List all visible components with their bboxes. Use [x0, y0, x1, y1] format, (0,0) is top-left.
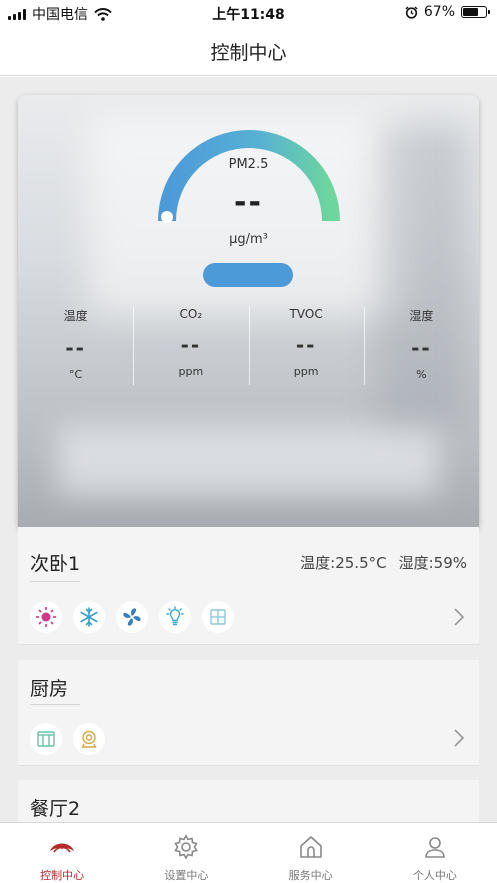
- room-card-dining[interactable]: 餐厅2: [18, 780, 479, 822]
- tab-profile[interactable]: 个人中心: [373, 823, 497, 883]
- content-scroll[interactable]: PM2.5 -- μg/m³ 温度 -- °C CO₂ -- ppm TVOC …: [0, 77, 497, 822]
- fan-icon[interactable]: [116, 601, 148, 633]
- tab-label: 设置中心: [164, 869, 209, 882]
- curtain-icon[interactable]: [30, 723, 62, 755]
- tab-label: 个人中心: [412, 869, 457, 882]
- room-humidity: 湿度:59%: [398, 554, 467, 572]
- metric-label: 温度: [63, 309, 88, 323]
- device-icons: [30, 601, 234, 633]
- control-center-icon: [50, 843, 75, 853]
- alarm-icon: [405, 6, 418, 19]
- chevron-right-icon[interactable]: [453, 607, 465, 627]
- service-house-icon: [299, 836, 322, 858]
- air-quality-card: PM2.5 -- μg/m³ 温度 -- °C CO₂ -- ppm TVOC …: [18, 95, 479, 527]
- tab-label: 控制中心: [40, 869, 85, 882]
- room-name: 餐厅2: [30, 798, 81, 820]
- sun-icon[interactable]: [30, 601, 62, 633]
- metric-unit: %: [416, 368, 427, 381]
- snowflake-icon[interactable]: [73, 601, 105, 633]
- chevron-right-icon[interactable]: [453, 728, 465, 748]
- metric-unit: °C: [69, 368, 83, 381]
- pm25-value: --: [234, 185, 263, 220]
- metric-label: CO₂: [179, 307, 203, 321]
- room-card-bedroom[interactable]: 次卧1 温度:25.5°C 湿度:59%: [18, 527, 479, 645]
- metric-value: --: [180, 333, 202, 357]
- status-right: 67%: [405, 4, 490, 20]
- pm25-unit: μg/m³: [229, 232, 268, 247]
- room-temperature: 温度:25.5°C: [300, 554, 387, 572]
- metric-co2: CO₂ -- ppm: [133, 305, 248, 385]
- metrics-row: 温度 -- °C CO₂ -- ppm TVOC -- ppm 湿度 -- %: [18, 305, 479, 385]
- metric-value: --: [65, 336, 86, 360]
- room-name-underline: [30, 704, 80, 705]
- metric-label: TVOC: [289, 307, 323, 321]
- room-stats: 温度:25.5°C 湿度:59%: [300, 552, 467, 573]
- room-card-kitchen[interactable]: 厨房: [18, 660, 479, 766]
- page-title: 控制中心: [210, 42, 287, 64]
- metric-humidity: 湿度 -- %: [363, 305, 479, 385]
- gear-icon: [174, 834, 199, 860]
- metric-label: 湿度: [409, 309, 434, 323]
- room-name: 次卧1: [30, 553, 81, 575]
- tab-control-center[interactable]: 控制中心: [0, 823, 124, 883]
- lightbulb-icon[interactable]: [159, 601, 191, 633]
- window-icon[interactable]: [202, 601, 234, 633]
- air-quality-status-pill: [203, 263, 293, 287]
- device-icons: [30, 723, 105, 755]
- tab-bar: 控制中心 设置中心 服务中心 个人中心: [0, 822, 497, 883]
- room-name-underline: [30, 581, 80, 582]
- person-icon: [425, 837, 445, 858]
- status-bar: 中国电信 上午11:48 67%: [0, 0, 497, 26]
- metric-value: --: [411, 336, 432, 360]
- metric-value: --: [295, 333, 317, 357]
- room-name: 厨房: [30, 678, 69, 700]
- battery-icon: [461, 6, 490, 18]
- metric-temperature: 温度 -- °C: [18, 305, 133, 385]
- battery-percent: 67%: [423, 4, 455, 20]
- tab-settings[interactable]: 设置中心: [124, 823, 248, 883]
- tab-service[interactable]: 服务中心: [249, 823, 373, 883]
- camera-icon[interactable]: [73, 723, 105, 755]
- metric-tvoc: TVOC -- ppm: [248, 305, 364, 385]
- metric-unit: ppm: [178, 365, 204, 378]
- nav-bar: 控制中心: [0, 26, 497, 76]
- pm25-label: PM2.5: [228, 157, 269, 172]
- metric-unit: ppm: [293, 365, 319, 378]
- tab-label: 服务中心: [288, 869, 333, 882]
